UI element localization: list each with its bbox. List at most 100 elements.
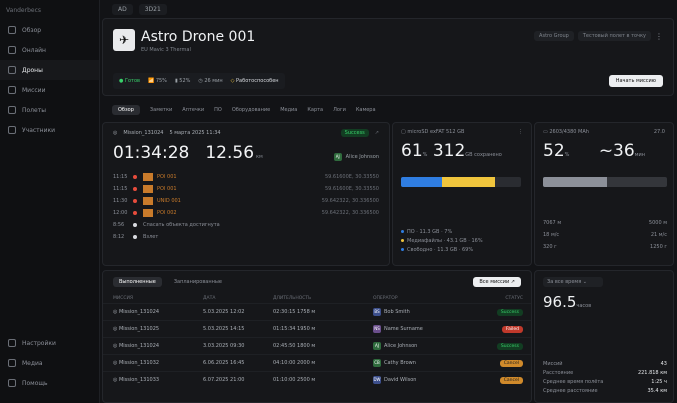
tab-scheduled[interactable]: Запланированные	[168, 277, 228, 287]
tab-7[interactable]: Логи	[333, 107, 346, 113]
mission-name[interactable]: Mission_131024	[123, 130, 163, 136]
event-row[interactable]: 11:30 UNID 001 59.642322, 30.336500	[103, 195, 389, 207]
legend-label: ПО · 11.3 GB · 7%	[407, 228, 453, 235]
event-time: 8:56	[113, 222, 125, 228]
event-dot-icon	[133, 187, 137, 191]
sidebar-item-label: Настройки	[22, 339, 56, 347]
test-flight-pill[interactable]: Тестовый полет в точку	[577, 31, 651, 41]
date-cell: 3.03.2025 09:30	[203, 343, 245, 349]
main: AD 3D21 ✈ Astro Drone 001 EU Mavic 3 The…	[100, 0, 677, 403]
sidebar-item-5[interactable]: Участники	[0, 120, 99, 140]
event-label: POI 001	[157, 174, 177, 180]
column-header: ДЛИТЕЛЬНОСТЬ	[273, 295, 312, 301]
tab-2[interactable]: Аптечки	[182, 107, 204, 113]
battery-values: 52% ~36мин	[543, 141, 645, 161]
brand: Vanderbecs	[6, 6, 42, 14]
legend-swatch	[401, 230, 404, 233]
stats-panel: За все время ⌄ 96.5часов Миссий 43 Расстоя…	[534, 270, 674, 403]
event-dot-icon	[133, 235, 137, 239]
metric-value: 1250 г	[650, 244, 667, 250]
storage-legend: ПО · 11.3 GB · 7% Медиафайлы · 43.1 GB · …	[401, 227, 483, 254]
status-badge: Success	[496, 342, 523, 350]
battery-metrics: 7067 м 5000 м 18 м/с 21 м/с 320 г 1250 г	[543, 217, 667, 253]
battery-metric-row: 320 г 1250 г	[543, 241, 667, 253]
tab-0[interactable]: Обзор	[112, 105, 140, 115]
sidebar-item-3[interactable]: Миссии	[0, 80, 99, 100]
avatar: DW	[373, 376, 381, 384]
sidebar-item-0[interactable]: Обзор	[0, 20, 99, 40]
table-row[interactable]: ◎ Mission_131024 5.03.2025 12:02 02:30:15 …	[103, 303, 531, 320]
operator-cell: BS Bob Smith	[373, 308, 468, 316]
mission-name-cell[interactable]: ◎ Mission_131033	[113, 377, 203, 383]
status-badge: Cancel	[499, 376, 523, 384]
event-thumbnail	[143, 173, 153, 181]
event-row[interactable]: 8:56 Спасать объекта достигнута	[103, 219, 389, 231]
tab-1[interactable]: Заметки	[150, 107, 172, 113]
eye-icon	[8, 86, 16, 94]
stat-label: Расстояние	[543, 369, 574, 376]
event-time: 11:15	[113, 186, 128, 192]
mission-name-cell[interactable]: ◎ Mission_131024	[113, 309, 203, 315]
column-header: ОПЕРАТОР	[373, 295, 398, 301]
expand-icon[interactable]: ↗	[375, 130, 379, 136]
table-row[interactable]: ◎ Mission_131024 3.03.2025 09:30 02:45:50 …	[103, 337, 531, 354]
sidebar-bottom-item-2[interactable]: Помощь	[0, 373, 100, 393]
sidebar-bottom-item-0[interactable]: Настройки	[0, 333, 100, 353]
period-select[interactable]: За все время ⌄	[543, 277, 603, 287]
metric-label: 18 м/с	[543, 232, 560, 238]
metric-value: 21 м/с	[650, 232, 667, 238]
sidebar-item-1[interactable]: Онлайн	[0, 40, 99, 60]
table-row[interactable]: ◎ Mission_131025 5.03.2025 14:15 01:15:34 …	[103, 320, 531, 337]
operator-name: Bob Smith	[384, 309, 410, 315]
sidebar-bottom-item-1[interactable]: Медиа	[0, 353, 100, 373]
tab-3[interactable]: ПО	[214, 107, 222, 113]
ready-status: ◇ Работоспособен	[230, 78, 279, 84]
tab-5[interactable]: Медиа	[280, 107, 297, 113]
tab-8[interactable]: Камера	[356, 107, 376, 113]
event-row[interactable]: 11:15 POI 001 59.61600E, 30.33550	[103, 183, 389, 195]
operator-name: David Wilson	[384, 377, 417, 383]
org-badge[interactable]: AD	[112, 3, 133, 15]
sidebar-item-2[interactable]: Дроны	[0, 60, 99, 80]
more-icon[interactable]: ⋮	[655, 32, 663, 41]
more-icon: ⋮	[518, 129, 523, 135]
metric-value: 5000 м	[648, 220, 667, 226]
legend-label: Медиафайлы · 43.1 GB · 16%	[407, 237, 483, 244]
tab-6[interactable]: Карта	[307, 107, 323, 113]
battery-metric-row: 7067 м 5000 м	[543, 217, 667, 229]
tab-4[interactable]: Оборудование	[232, 107, 270, 113]
column-header: ДАТА	[203, 295, 216, 301]
avatar: AJ	[373, 342, 381, 350]
battery-status: ▮ 52%	[174, 78, 191, 84]
event-row[interactable]: 8:12 Взлет	[103, 231, 389, 243]
event-time: 11:15	[113, 174, 128, 180]
state-status: ● Готов	[119, 78, 140, 84]
tab-completed[interactable]: Выполненные	[113, 277, 162, 287]
table-row[interactable]: ◎ Mission_131033 6.07.2025 21:00 01:10:00 …	[103, 371, 531, 388]
start-mission-button[interactable]: Начать миссию	[608, 75, 663, 87]
mission-name-cell[interactable]: ◎ Mission_131024	[113, 343, 203, 349]
signal-status: 📶 75%	[147, 78, 167, 84]
stat-value: 43	[660, 360, 667, 367]
mission-name-cell[interactable]: ◎ Mission_131025	[113, 326, 203, 332]
drone-logo-icon: ✈	[113, 29, 135, 51]
all-missions-button[interactable]: Все миссии ↗	[473, 277, 521, 287]
legend-item: Медиафайлы · 43.1 GB · 16%	[401, 236, 483, 245]
group-pill[interactable]: Astro Group	[534, 31, 574, 41]
sidebar-item-4[interactable]: Полеты	[0, 100, 99, 120]
stat-value: 1:25 ч	[651, 378, 667, 385]
storage-po-fill	[401, 177, 442, 187]
legend-item: Свободно · 11.3 GB · 69%	[401, 245, 483, 254]
event-row[interactable]: 11:15 POI 001 59.61600E, 30.33550	[103, 171, 389, 183]
battery-title: ▭ 2603/4380 MAh 27.0	[543, 129, 665, 135]
date-cell: 5.03.2025 14:15	[203, 326, 245, 332]
operator-name: Name Surname	[384, 326, 423, 332]
drone-title: Astro Drone 001	[141, 29, 256, 45]
org-label[interactable]: 3D21	[138, 3, 167, 15]
event-row[interactable]: 12:00 POI 002 59.642322, 30.336500	[103, 207, 389, 219]
mission-name-cell[interactable]: ◎ Mission_131032	[113, 360, 203, 366]
sidebar-item-label: Онлайн	[22, 46, 46, 54]
table-row[interactable]: ◎ Mission_131032 6.06.2025 16:45 04:10:00 …	[103, 354, 531, 371]
event-thumbnail	[143, 185, 153, 193]
mission-user[interactable]: AJ Alice Johnson	[333, 153, 379, 161]
